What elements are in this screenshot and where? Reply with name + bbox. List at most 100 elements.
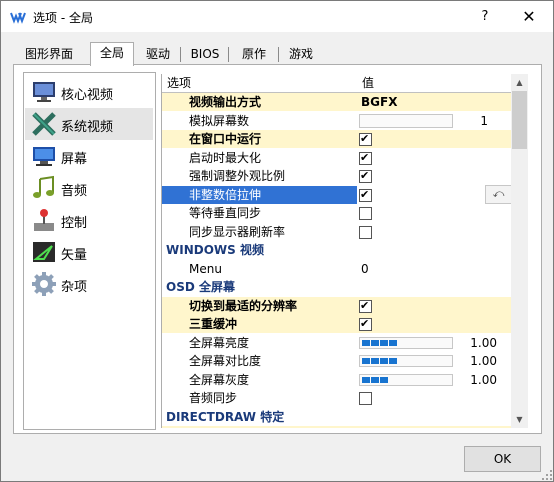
- tab-2[interactable]: 驱动: [137, 44, 179, 64]
- number-value: 1: [480, 113, 488, 128]
- option-row[interactable]: 全屏幕亮度 1.00: [162, 334, 512, 352]
- close-button[interactable]: ✕: [513, 4, 545, 30]
- option-checkbox[interactable]: [359, 207, 372, 220]
- scroll-down-arrow-icon[interactable]: ▼: [511, 411, 528, 428]
- option-name-cell: Menu: [162, 260, 357, 278]
- undo-arrow-icon: ⤺: [492, 187, 505, 200]
- option-name: 模拟屏幕数: [189, 113, 250, 128]
- reset-button[interactable]: ⤺: [485, 185, 512, 204]
- section-header-row[interactable]: OSD 全屏幕: [162, 278, 512, 296]
- option-row[interactable]: 使用硬件拉伸: [162, 426, 512, 428]
- grid-scrollbar[interactable]: ▲ ▼: [511, 74, 528, 428]
- tab-5[interactable]: 游戏: [281, 44, 321, 64]
- option-name: 三重缓冲: [189, 317, 238, 331]
- option-value-cell[interactable]: 0: [359, 260, 512, 278]
- number-field[interactable]: [359, 113, 453, 128]
- option-value-cell[interactable]: 1.00: [359, 334, 512, 352]
- tab-separator: [228, 47, 229, 62]
- option-name: 等待垂直同步: [189, 206, 262, 220]
- option-name-cell: DIRECTDRAW 特定: [162, 408, 512, 426]
- option-value-cell[interactable]: [359, 130, 512, 148]
- slider-value: 1.00: [470, 354, 497, 368]
- option-value-cell[interactable]: [359, 426, 512, 428]
- category-label: 系统视频: [61, 120, 114, 135]
- option-checkbox[interactable]: [359, 297, 372, 315]
- option-checkbox[interactable]: [359, 315, 372, 333]
- option-name: 全屏幕对比度: [189, 354, 262, 368]
- option-value-cell[interactable]: [359, 223, 512, 241]
- slider-level-segment: [380, 376, 388, 383]
- category-item-4[interactable]: 控制: [25, 204, 153, 236]
- option-value: BGFX: [361, 95, 398, 109]
- option-value-cell[interactable]: [359, 389, 512, 407]
- option-name: 启动时最大化: [189, 150, 262, 165]
- category-item-2[interactable]: 屏幕: [25, 140, 153, 172]
- option-checkbox[interactable]: [359, 392, 372, 405]
- option-row[interactable]: 三重缓冲: [162, 315, 512, 333]
- section-header-row[interactable]: DIRECTDRAW 特定: [162, 407, 512, 426]
- category-item-3[interactable]: 音频: [25, 172, 153, 204]
- slider-track[interactable]: [359, 373, 453, 386]
- option-name: 非整数倍拉伸: [189, 187, 262, 202]
- joystick-icon: [34, 209, 54, 231]
- option-name-cell: 非整数倍拉伸: [162, 185, 357, 204]
- slider-track[interactable]: [359, 336, 453, 349]
- option-checkbox[interactable]: [359, 130, 372, 148]
- option-name-cell: 强制调整外观比例: [162, 167, 357, 185]
- option-value-cell[interactable]: BGFX: [359, 93, 512, 111]
- option-row[interactable]: 模拟屏幕数 1: [162, 112, 512, 130]
- tab-1[interactable]: 全局: [90, 42, 134, 66]
- option-name-cell: 同步显示器刷新率: [162, 223, 357, 241]
- option-name: DIRECTDRAW 特定: [166, 409, 285, 424]
- slider-level-segment: [380, 358, 388, 364]
- slider-value: 1.00: [470, 372, 497, 387]
- category-item-1[interactable]: 系统视频: [25, 108, 153, 140]
- section-header-row[interactable]: WINDOWS 视频: [162, 241, 512, 259]
- category-item-0[interactable]: 核心视频: [25, 76, 153, 108]
- option-checkbox[interactable]: [359, 149, 372, 167]
- option-row[interactable]: 等待垂直同步: [162, 204, 512, 222]
- help-button[interactable]: ?: [471, 4, 499, 30]
- option-row[interactable]: 在窗口中运行: [162, 130, 512, 148]
- category-item-6[interactable]: 杂项: [25, 268, 153, 300]
- scroll-thumb[interactable]: [512, 91, 527, 149]
- option-row[interactable]: 视频输出方式 BGFX: [162, 93, 512, 111]
- option-value-cell[interactable]: 1.00: [359, 352, 512, 370]
- monitor-icon: [33, 82, 55, 102]
- resize-grip-icon[interactable]: [541, 469, 553, 481]
- option-name-cell: 等待垂直同步: [162, 204, 357, 222]
- slider-level-segment: [389, 358, 397, 364]
- option-name: OSD 全屏幕: [166, 280, 235, 294]
- option-value-cell[interactable]: [359, 167, 512, 185]
- option-name-cell: 全屏幕亮度: [162, 334, 357, 352]
- column-header-option[interactable]: 选项: [162, 74, 363, 93]
- option-value-cell[interactable]: [359, 297, 512, 315]
- slider-track[interactable]: [359, 355, 453, 367]
- option-row[interactable]: 全屏幕对比度 1.00: [162, 352, 512, 370]
- option-value-cell[interactable]: [359, 315, 512, 333]
- option-row[interactable]: 同步显示器刷新率: [162, 223, 512, 241]
- option-checkbox[interactable]: [359, 167, 372, 185]
- tab-3[interactable]: BIOS: [183, 44, 227, 64]
- tab-4[interactable]: 原作: [231, 44, 277, 64]
- option-checkbox[interactable]: [359, 186, 372, 204]
- column-header-value[interactable]: 值: [359, 74, 512, 93]
- option-name: 音频同步: [189, 391, 238, 405]
- scroll-up-arrow-icon[interactable]: ▲: [511, 74, 528, 91]
- option-row[interactable]: 强制调整外观比例: [162, 167, 512, 185]
- option-value-cell[interactable]: 1.00: [359, 371, 512, 389]
- option-row[interactable]: 切换到最适的分辨率: [162, 296, 512, 315]
- option-value-cell[interactable]: [359, 204, 512, 222]
- option-row[interactable]: 音频同步: [162, 389, 512, 407]
- option-row[interactable]: Menu 0: [162, 260, 512, 278]
- ok-button[interactable]: OK: [464, 446, 541, 472]
- option-row[interactable]: 全屏幕灰度 1.00: [162, 371, 512, 389]
- option-row[interactable]: 非整数倍拉伸: [162, 185, 512, 204]
- option-name: Menu: [189, 261, 222, 276]
- option-value-cell[interactable]: [359, 149, 512, 167]
- category-item-5[interactable]: 矢量: [25, 236, 153, 268]
- option-checkbox[interactable]: [359, 225, 372, 239]
- tab-0[interactable]: 图形界面: [13, 44, 85, 64]
- option-row[interactable]: 启动时最大化: [162, 149, 512, 167]
- option-value-cell[interactable]: 1: [359, 112, 512, 130]
